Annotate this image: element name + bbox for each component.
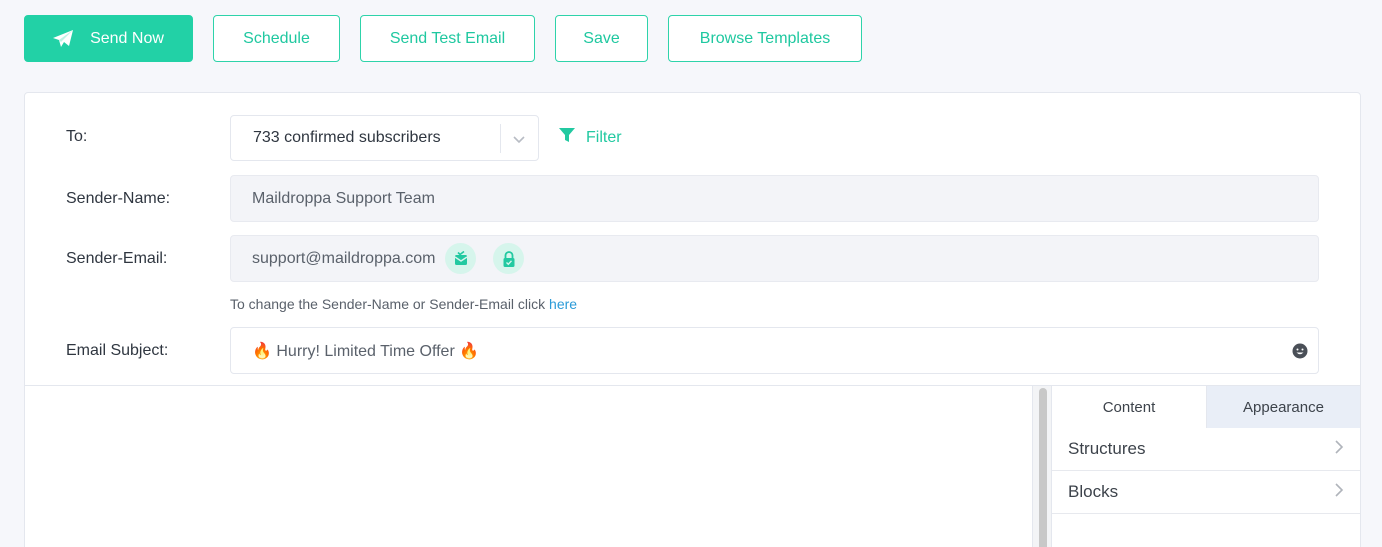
funnel-icon	[558, 126, 576, 149]
recipients-select[interactable]: 733 confirmed subscribers	[230, 115, 539, 161]
select-divider	[500, 124, 501, 153]
hint-text: To change the Sender-Name or Sender-Emai…	[230, 296, 550, 312]
send-now-label: Send Now	[90, 29, 164, 47]
paper-plane-icon	[52, 29, 74, 49]
toolbar: Send Now Schedule Send Test Email Save B…	[24, 15, 862, 62]
tab-content[interactable]: Content	[1052, 386, 1206, 428]
side-item-blocks[interactable]: Blocks	[1052, 471, 1360, 514]
chevron-right-icon	[1334, 439, 1344, 459]
schedule-button[interactable]: Schedule	[213, 15, 340, 62]
email-subject-label: Email Subject:	[66, 342, 169, 359]
tab-appearance-label: Appearance	[1243, 398, 1324, 416]
hint-link[interactable]: here	[549, 296, 577, 312]
email-canvas[interactable]	[25, 386, 1032, 547]
email-settings-panel: To: 733 confirmed subscribers Filter Sen…	[24, 92, 1361, 547]
sender-email-value: support@maildroppa.com	[252, 249, 436, 267]
send-now-button[interactable]: Send Now	[24, 15, 193, 62]
recipients-value: 733 confirmed subscribers	[253, 129, 441, 146]
verified-mail-icon	[445, 243, 477, 274]
side-item-structures[interactable]: Structures	[1052, 428, 1360, 471]
sender-change-hint: To change the Sender-Name or Sender-Emai…	[230, 296, 577, 312]
side-item-label: Blocks	[1068, 482, 1119, 501]
sender-email-label: Sender-Email:	[66, 250, 168, 267]
send-test-email-button[interactable]: Send Test Email	[360, 15, 535, 62]
save-button[interactable]: Save	[555, 15, 648, 62]
emoji-picker-icon[interactable]	[1292, 343, 1308, 364]
to-label: To:	[66, 128, 88, 145]
save-label: Save	[583, 29, 620, 47]
chevron-right-icon	[1334, 482, 1344, 502]
side-item-label: Structures	[1068, 439, 1146, 458]
sender-name-label: Sender-Name:	[66, 190, 171, 207]
filter-label: Filter	[586, 128, 622, 146]
canvas-scrollbar[interactable]	[1032, 386, 1052, 547]
filter-button[interactable]: Filter	[558, 126, 622, 149]
send-test-email-label: Send Test Email	[389, 29, 506, 47]
editor-side-panel: Content Appearance Structures Blocks	[1052, 386, 1360, 547]
tab-content-label: Content	[1102, 398, 1156, 416]
scrollbar-thumb[interactable]	[1039, 388, 1047, 547]
tab-appearance[interactable]: Appearance	[1206, 386, 1360, 428]
email-subject-input[interactable]: 🔥 Hurry! Limited Time Offer 🔥	[230, 327, 1319, 374]
browse-templates-button[interactable]: Browse Templates	[668, 15, 862, 62]
side-panel-tabs: Content Appearance	[1052, 386, 1360, 428]
sender-email-field: support@maildroppa.com	[230, 235, 1319, 282]
secure-lock-icon	[493, 243, 525, 274]
chevron-down-icon	[512, 132, 526, 150]
schedule-label: Schedule	[243, 29, 310, 47]
sender-name-field: Maildroppa Support Team	[230, 175, 1319, 222]
email-subject-value: 🔥 Hurry! Limited Time Offer 🔥	[252, 342, 480, 360]
sender-name-value: Maildroppa Support Team	[252, 189, 435, 207]
browse-templates-label: Browse Templates	[699, 29, 831, 47]
